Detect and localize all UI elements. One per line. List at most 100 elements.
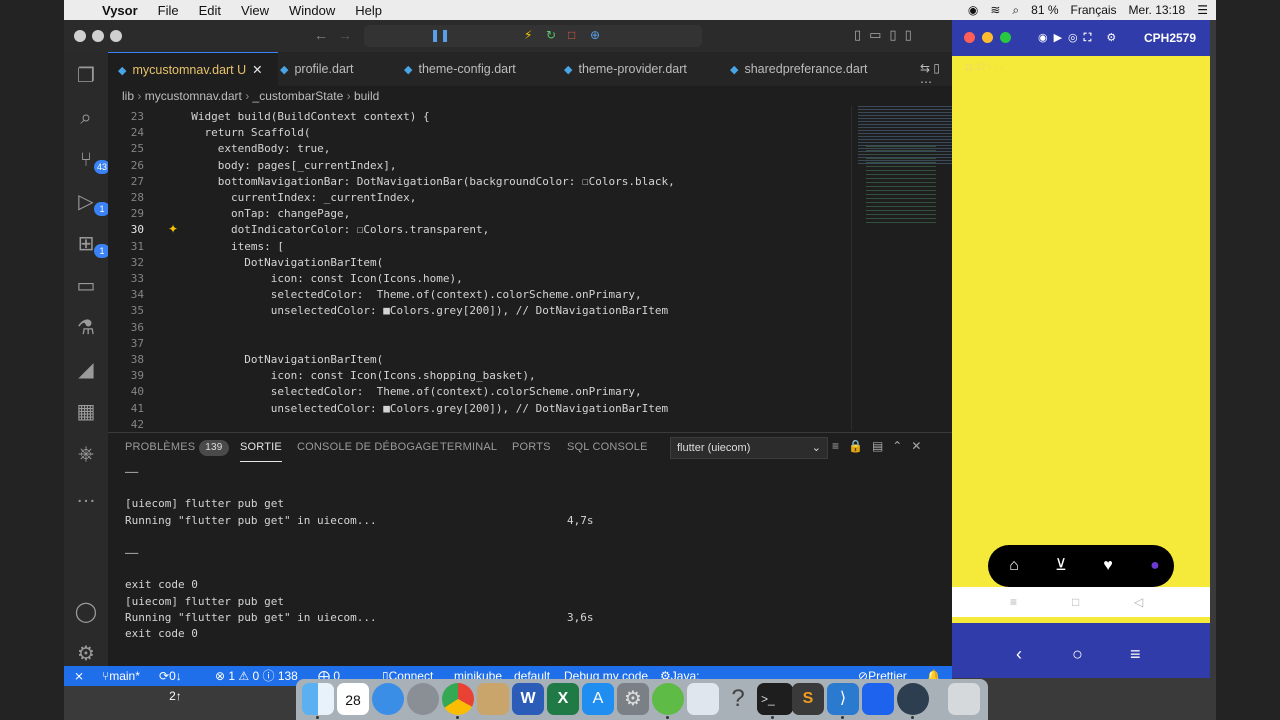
recents-icon[interactable]: ≡ [1010,595,1017,609]
layout-icons[interactable]: ▯▭▯▯ [854,27,920,43]
vscode-titlebar: ← → ❚❚ ↻ ⚡ □ ⊕ ▯▭▯▯ [64,20,952,52]
remote-explorer-icon[interactable]: ▭ [74,274,98,298]
quicktime-icon[interactable] [897,683,929,715]
status-branch[interactable]: ⑂ main* [102,666,140,686]
breadcrumb-class[interactable]: _custombarState [253,89,344,103]
tab-theme-provider[interactable]: ◆ theme-provider.dart [554,52,724,86]
trash-icon[interactable] [948,683,980,715]
status-sync[interactable]: ⟳ 0↓ 2↑ [159,666,182,703]
search-icon[interactable]: ⌕ [1012,3,1019,18]
utorrent-icon[interactable] [652,683,684,715]
sublime-icon[interactable]: S [792,683,824,715]
testing-icon[interactable]: ⚗ [74,316,98,340]
line-number: 24 [130,126,144,140]
launchpad-icon[interactable] [407,683,439,715]
word-icon[interactable]: W [512,683,544,715]
search-icon[interactable]: ⌕ [74,106,98,130]
home-circle-icon[interactable]: ○ [1072,644,1083,665]
xcode-instruments-icon[interactable] [687,683,719,715]
system-preferences-icon[interactable]: ⚙ [617,683,649,715]
tab-debug-console[interactable]: CONSOLE DE DÉBOGAGE [297,433,439,461]
source-control-icon[interactable]: ⑂ 43 [74,148,110,174]
finder-icon[interactable] [302,683,334,715]
status-problems[interactable]: ⊗ 1 ⚠ 0 ⓘ 138 [215,666,298,686]
docker-icon[interactable]: ▦ [74,400,98,424]
menu-edit[interactable]: Edit [199,3,221,18]
kubernetes-icon[interactable]: ⎈ [74,442,98,466]
close-window-button[interactable] [964,32,975,43]
tab-theme-config[interactable]: ◆ theme-config.dart [394,52,556,86]
tab-profile[interactable]: ◆ profile.dart [270,52,398,86]
settings-gear-icon[interactable]: ⚙ [74,642,98,666]
explorer-icon[interactable]: ❐ [74,64,98,88]
input-language[interactable]: Français [1071,3,1117,17]
run-debug-icon[interactable]: ▷ 1 [74,190,110,216]
menu-icon[interactable]: ≡ [1130,644,1141,665]
remote-indicator-icon[interactable]: ⨯ [74,666,84,686]
wifi-icon[interactable]: ≋ [990,3,1000,17]
breadcrumb-lib[interactable]: lib [122,89,134,103]
breadcrumb-file[interactable]: mycustomnav.dart [145,89,242,103]
battery-percent[interactable]: 81 % [1031,3,1058,17]
close-window-button[interactable] [74,30,86,42]
clock[interactable]: Mer. 13:18 [1129,3,1186,17]
tab-problems[interactable]: PROBLÈMES 139 [125,433,229,461]
zoom-window-button[interactable] [110,30,122,42]
archive-icon[interactable] [477,683,509,715]
back-triangle-icon[interactable]: ◁ [1134,595,1143,609]
extensions-icon[interactable]: ⊞ 1 [74,232,110,258]
flutter-icon[interactable]: ◢ [74,358,98,382]
breadcrumb-method[interactable]: build [354,89,379,103]
terminal-icon[interactable]: >_ [757,683,793,715]
back-arrow-icon[interactable]: ← [314,27,328,43]
home-icon[interactable]: ⌂ [1004,556,1024,576]
lightbulb-icon[interactable]: ✦ [168,222,178,236]
menu-window[interactable]: Window [289,3,335,18]
hot-reload-icon[interactable]: ⚡ [524,28,532,42]
tab-mycustomnav[interactable]: ◆ mycustomnav.dart U ✕ [108,52,278,87]
close-tab-icon[interactable]: ✕ [252,63,262,77]
person-icon[interactable]: ● [1145,556,1165,576]
calendar-icon[interactable]: 28 [337,683,369,715]
more-icon[interactable]: … [74,484,98,508]
code-editor[interactable]: 23 Widget build(BuildContext context) {2… [108,106,952,430]
editor-actions-icons[interactable]: ⇆ ▯ ⋯ [920,61,952,89]
vscode-icon[interactable]: ⟩ [827,683,859,715]
tab-sharedpreferance[interactable]: ◆ sharedpreferance.dart [720,52,900,86]
menu-vysor[interactable]: Vysor [102,3,138,18]
menu-file[interactable]: File [158,3,179,18]
minimap[interactable] [851,106,952,430]
phone-screen[interactable]: 11:17 ◦ ◦ ◦ ⌂ ⊻ ♥ ● ➤ ≡ □ ◁ [952,56,1210,623]
help-icon[interactable]: ? [722,683,754,715]
code-line: currentIndex: _currentIndex, [178,191,417,204]
excel-icon[interactable]: X [547,683,579,715]
docker-icon[interactable] [862,683,894,715]
record-icon[interactable]: ◉ [968,3,978,17]
control-center-icon[interactable]: ☰ [1197,3,1208,17]
tab-ports[interactable]: PORTS [512,433,551,461]
menu-view[interactable]: View [241,3,269,18]
pause-icon[interactable]: ❚❚ [430,28,450,42]
restart-icon[interactable]: ↻ [546,28,556,42]
zoom-window-button[interactable] [1000,32,1011,43]
account-icon[interactable]: ◯ [74,600,98,624]
minimize-window-button[interactable] [982,32,993,43]
basket-icon[interactable]: ⊻ [1051,556,1071,576]
inspect-icon[interactable]: ⊕ [590,28,600,42]
chrome-icon[interactable] [442,683,474,715]
home-square-icon[interactable]: □ [1072,595,1079,609]
menu-help[interactable]: Help [355,3,382,18]
forward-arrow-icon[interactable]: → [338,27,352,43]
output-channel-select[interactable]: flutter (uiecom) ⌄ [670,437,828,459]
panel-actions-icons[interactable]: ≡🔒▤⌃✕ [832,439,930,453]
back-icon[interactable]: ‹ [1016,644,1022,665]
safari-icon[interactable] [372,683,404,715]
phone-toolbar-icons[interactable]: ◉▶◎⛶ ⚙ [1038,20,1122,56]
stop-icon[interactable]: □ [568,28,575,42]
tab-sql-console[interactable]: SQL CONSOLE [567,433,648,461]
heart-icon[interactable]: ♥ [1098,556,1118,576]
app-store-icon[interactable]: A [582,683,614,715]
tab-output[interactable]: SORTIE [240,433,282,462]
tab-terminal[interactable]: TERMINAL [440,433,497,461]
minimize-window-button[interactable] [92,30,104,42]
